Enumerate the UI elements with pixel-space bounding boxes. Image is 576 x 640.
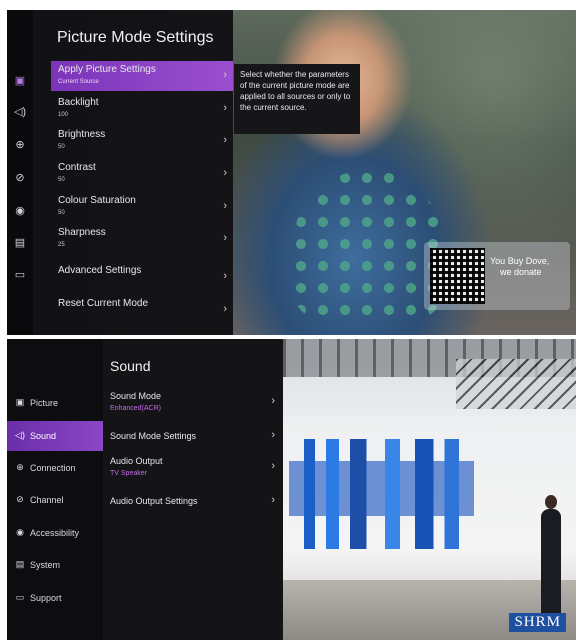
support-icon: ▭	[15, 592, 25, 602]
sidebar-item-support[interactable]: ▭ Support	[7, 583, 103, 613]
chevron-right-icon: ›	[223, 167, 227, 179]
reset-current-mode-item[interactable]: Reset Current Mode ›	[51, 295, 233, 319]
support-icon[interactable]: ▭	[13, 268, 27, 281]
backlight-item[interactable]: Backlight 100 ›	[51, 94, 233, 124]
chevron-right-icon: ›	[223, 270, 227, 282]
settings-sidebar: ▣ Picture ◁) Sound ⊕ Connection ⊘ Channe…	[7, 339, 103, 640]
apply-picture-settings-item[interactable]: Apply Picture Settings Current Source ›	[51, 61, 233, 91]
sound-menu: Sound Sound Mode Enhanced(ACR) › Sound M…	[103, 339, 283, 640]
chevron-right-icon: ›	[223, 69, 227, 81]
icon-rail: ▣ ◁) ⊕ ⊘ ◉ ▤ ▭	[7, 10, 33, 335]
sidebar-item-channel[interactable]: ⊘ Channel	[7, 485, 103, 515]
channel-icon[interactable]: ⊘	[13, 171, 27, 184]
speaker-icon[interactable]: ◁)	[13, 105, 27, 118]
sound-screen: SHRM ▣ Picture ◁) Sound ⊕ Connection ⊘ C…	[7, 339, 576, 640]
picture-icon: ▣	[15, 397, 25, 407]
channel-icon: ⊘	[16, 494, 24, 504]
colour-saturation-item[interactable]: Colour Saturation 50 ›	[51, 192, 233, 222]
help-tooltip: Select whether the parameters of the cur…	[234, 64, 360, 134]
shrm-logo: SHRM	[509, 613, 566, 632]
brightness-item[interactable]: Brightness 50 ›	[51, 126, 233, 156]
sidebar-item-sound[interactable]: ◁) Sound	[7, 421, 103, 451]
accessibility-icon[interactable]: ◉	[13, 204, 27, 217]
picture-icon[interactable]: ▣	[13, 74, 27, 87]
advanced-settings-item[interactable]: Advanced Settings ›	[51, 262, 233, 286]
chevron-right-icon: ›	[223, 134, 227, 146]
chevron-right-icon: ›	[223, 232, 227, 244]
audio-output-item[interactable]: Audio Output TV Speaker ›	[103, 454, 283, 486]
sidebar-item-picture[interactable]: ▣ Picture	[7, 388, 103, 418]
globe-icon: ⊕	[16, 462, 24, 472]
system-icon[interactable]: ▤	[13, 236, 27, 249]
globe-icon[interactable]: ⊕	[13, 138, 27, 151]
page-title: Picture Mode Settings	[57, 29, 214, 46]
contrast-item[interactable]: Contrast 50 ›	[51, 159, 233, 189]
sidebar-item-accessibility[interactable]: ◉ Accessibility	[7, 518, 103, 548]
chevron-right-icon: ›	[271, 494, 275, 506]
chevron-right-icon: ›	[271, 395, 275, 407]
picture-settings-menu: Picture Mode Settings Apply Picture Sett…	[33, 10, 233, 335]
sound-mode-settings-item[interactable]: Sound Mode Settings ›	[103, 428, 283, 452]
audio-output-settings-item[interactable]: Audio Output Settings ›	[103, 493, 283, 517]
qr-code-icon	[430, 248, 485, 304]
sidebar-item-system[interactable]: ▤ System	[7, 550, 103, 580]
speaker-icon: ◁)	[15, 430, 25, 440]
background-video: SHRM	[283, 339, 576, 640]
chevron-right-icon: ›	[271, 429, 275, 441]
sharpness-item[interactable]: Sharpness 25 ›	[51, 224, 233, 254]
system-icon: ▤	[15, 559, 25, 569]
sidebar-item-connection[interactable]: ⊕ Connection	[7, 453, 103, 483]
picture-mode-screen: ▣ ◁) ⊕ ⊘ ◉ ▤ ▭ Picture Mode Settings App…	[7, 10, 576, 335]
page-title: Sound	[110, 358, 151, 374]
sound-mode-item[interactable]: Sound Mode Enhanced(ACR) ›	[103, 389, 283, 421]
chevron-right-icon: ›	[223, 303, 227, 315]
qr-promo[interactable]: You Buy Dove, we donate	[424, 242, 570, 310]
chevron-right-icon: ›	[223, 102, 227, 114]
chevron-right-icon: ›	[271, 460, 275, 472]
accessibility-icon: ◉	[16, 527, 24, 537]
chevron-right-icon: ›	[223, 200, 227, 212]
